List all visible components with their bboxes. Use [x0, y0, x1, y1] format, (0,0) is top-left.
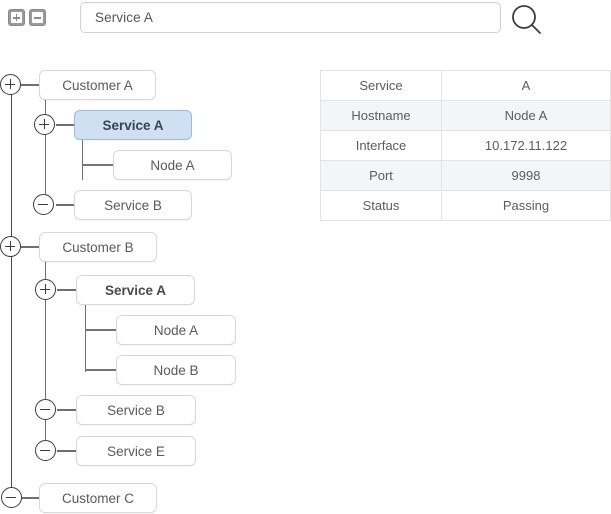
- tree-node-label: Service A: [104, 282, 167, 298]
- toggle-customer-b-service-e[interactable]: [35, 440, 56, 461]
- connector-customer-a: [21, 84, 40, 86]
- table-cell-value: 9998: [441, 160, 611, 191]
- toggle-customer-b-service-a[interactable]: [35, 279, 56, 300]
- search-icon[interactable]: [508, 2, 544, 38]
- connector-service-b-1: [56, 204, 75, 206]
- collapse-all-button[interactable]: [29, 9, 46, 26]
- tree-node-label: Service E: [107, 443, 165, 459]
- table-cell-key: Hostname: [320, 100, 442, 131]
- table-row: Status Passing: [320, 190, 611, 221]
- table-row: Port 9998: [320, 160, 611, 191]
- tree-node-customer-b-service-a[interactable]: Service A: [76, 275, 195, 305]
- table-row: Hostname Node A: [320, 100, 611, 131]
- table-cell-key: Port: [320, 160, 442, 191]
- table-row: Interface 10.172.11.122: [320, 130, 611, 161]
- table-cell-value: Passing: [441, 190, 611, 221]
- minus-square-icon: [32, 12, 43, 23]
- table-row: Service A: [320, 70, 611, 101]
- connector-service-b-2: [57, 409, 77, 411]
- tree-node-customer-b[interactable]: Customer B: [39, 232, 157, 262]
- table-cell-value: A: [441, 70, 611, 101]
- connector-service-e-2: [57, 450, 77, 452]
- connector-service-a-2: [57, 289, 76, 291]
- tree-node-customer-b-service-a-node-b[interactable]: Node B: [116, 355, 236, 385]
- tree-node-customer-a-service-b[interactable]: Service B: [74, 190, 192, 220]
- tree-node-label: Node A: [153, 322, 199, 338]
- connector-customer-b: [21, 246, 40, 248]
- connector-node-b-2: [85, 369, 117, 371]
- toggle-customer-b[interactable]: [0, 236, 21, 257]
- app-root: Service A Customer A Service A Node A Se…: [0, 0, 611, 514]
- toggle-customer-a[interactable]: [0, 74, 21, 95]
- tree-node-customer-b-service-e[interactable]: Service E: [76, 436, 196, 466]
- tree-spine-service-a-2: [85, 305, 87, 372]
- toggle-customer-b-service-b[interactable]: [35, 399, 56, 420]
- tree-node-customer-a[interactable]: Customer A: [39, 70, 156, 100]
- tree-node-label: Service B: [107, 402, 165, 418]
- table-cell-key: Status: [320, 190, 442, 221]
- toggle-customer-a-service-a[interactable]: [34, 114, 55, 135]
- service-details-table: Service A Hostname Node A Interface 10.1…: [320, 70, 611, 221]
- search-input-value: Service A: [95, 10, 153, 25]
- tree-spine-root: [10, 85, 13, 498]
- toggle-customer-c[interactable]: [1, 487, 22, 508]
- connector-customer-c: [22, 497, 40, 499]
- tree-node-label: Service B: [104, 197, 162, 213]
- tree-node-label: Node A: [150, 157, 195, 173]
- table-cell-value: 10.172.11.122: [441, 130, 611, 161]
- plus-square-icon: [11, 12, 22, 23]
- table-cell-value: Node A: [441, 100, 611, 131]
- tree-node-customer-b-service-a-node-a[interactable]: Node A: [116, 315, 236, 345]
- tree-node-label: Customer C: [61, 490, 134, 506]
- connector-node-a-1: [82, 164, 114, 166]
- connector-node-a-2: [85, 329, 117, 331]
- connector-service-a-1: [56, 124, 74, 126]
- tree-node-label: Node B: [153, 362, 199, 378]
- tree-node-label: Customer A: [62, 77, 133, 93]
- table-cell-key: Interface: [320, 130, 442, 161]
- tree-node-customer-a-service-a-node-a[interactable]: Node A: [113, 150, 232, 180]
- tree-spine-service-a-1: [82, 140, 84, 180]
- tree-node-customer-c[interactable]: Customer C: [39, 483, 157, 513]
- table-cell-key: Service: [320, 70, 442, 101]
- tree-node-customer-a-service-a[interactable]: Service A: [74, 110, 192, 140]
- tree-node-customer-b-service-b[interactable]: Service B: [76, 395, 196, 425]
- toggle-customer-a-service-b[interactable]: [33, 194, 54, 215]
- tree-node-label: Customer B: [62, 239, 134, 255]
- expand-all-button[interactable]: [8, 9, 25, 26]
- tree-node-label: Service A: [102, 117, 164, 133]
- search-input[interactable]: Service A: [80, 2, 501, 33]
